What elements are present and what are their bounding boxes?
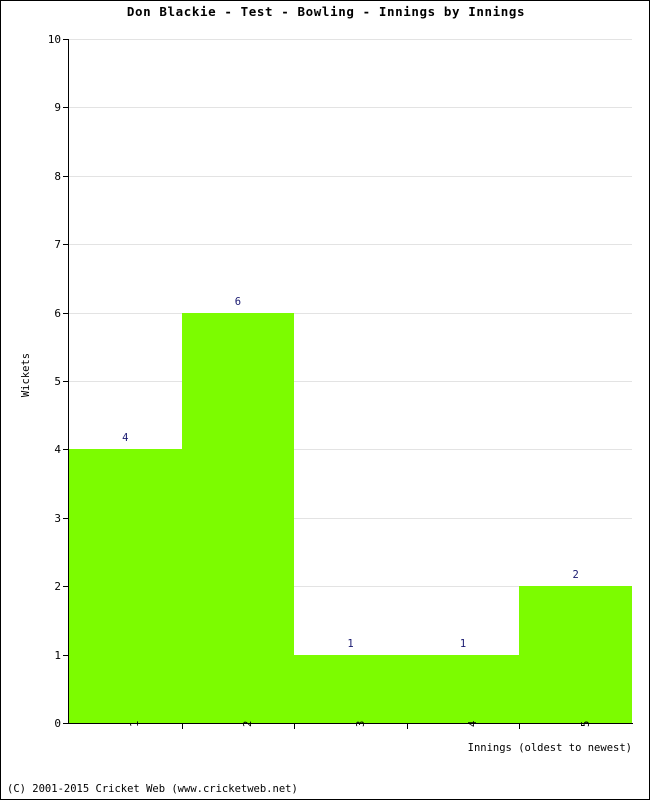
y-axis-tick [63, 312, 68, 314]
y-axis-tick [63, 449, 68, 451]
gridline [69, 244, 632, 246]
bar-value-label: 4 [122, 432, 129, 445]
y-axis-tick [63, 654, 68, 656]
y-axis-tick-label: 1 [54, 648, 61, 662]
y-axis-tick-label: 9 [54, 101, 61, 115]
x-axis-tick-label: 3 [354, 720, 367, 727]
y-axis-tick-label: 6 [54, 306, 61, 320]
y-axis-tick [63, 381, 68, 382]
y-axis-tick-label: 4 [54, 443, 61, 457]
x-axis-tick [294, 723, 296, 729]
x-axis-line [68, 723, 633, 724]
bar [69, 449, 182, 723]
y-axis-tick [63, 244, 68, 246]
y-axis-tick-label: 8 [54, 169, 61, 183]
y-axis-tick [63, 517, 68, 519]
bar-value-label: 1 [347, 637, 354, 650]
bar [406, 654, 520, 723]
x-axis-tick-label: 1 [129, 720, 142, 727]
x-axis-tick-label: 5 [579, 720, 592, 727]
bar [294, 654, 407, 723]
gridline [69, 175, 632, 177]
x-axis-tick [181, 723, 183, 729]
x-axis-tick [519, 723, 521, 729]
gridline [69, 381, 632, 382]
y-axis-tick [63, 107, 68, 109]
y-axis-tick [63, 723, 68, 724]
bowling-innings-chart: Don Blackie - Test - Bowling - Innings b… [0, 0, 650, 800]
plot-area: 4 6 1 1 2 [69, 39, 632, 723]
y-axis-tick [63, 586, 68, 588]
y-axis-tick [63, 39, 68, 40]
x-axis-label: Innings (oldest to newest) [467, 742, 632, 754]
gridline [69, 312, 632, 314]
bar [181, 312, 295, 723]
x-axis-tick [406, 723, 408, 729]
bar-value-label: 6 [234, 295, 242, 308]
x-axis-tick-label: 2 [241, 720, 254, 727]
bar-value-label: 2 [572, 569, 579, 582]
y-axis-label: Wickets [20, 352, 32, 398]
y-axis-tick [63, 175, 68, 177]
page-title: Don Blackie - Test - Bowling - Innings b… [126, 4, 526, 19]
y-axis-tick-label: 3 [54, 511, 61, 525]
y-axis-tick-label: 0 [54, 717, 61, 730]
y-axis-tick-label: 10 [47, 33, 61, 46]
copyright-footer: (C) 2001-2015 Cricket Web (www.cricketwe… [7, 783, 298, 795]
gridline [69, 39, 632, 40]
gridline [69, 107, 632, 109]
x-axis-tick-label: 4 [467, 720, 480, 727]
y-axis-tick-label: 7 [54, 238, 61, 252]
bar-value-label: 1 [459, 637, 467, 650]
y-axis-tick-label: 2 [54, 580, 61, 594]
bar [519, 586, 632, 723]
